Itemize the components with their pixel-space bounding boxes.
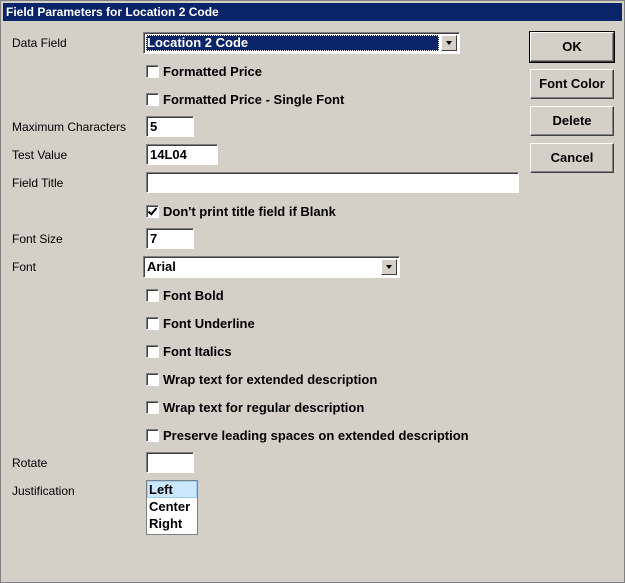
checkbox-box[interactable] bbox=[146, 429, 159, 442]
test-value-label: Test Value bbox=[12, 148, 68, 162]
justification-option-left[interactable]: Left bbox=[147, 481, 197, 498]
chevron-down-icon[interactable] bbox=[381, 259, 397, 275]
cancel-button[interactable]: Cancel bbox=[530, 143, 614, 173]
checkbox-label: Font Italics bbox=[163, 344, 232, 359]
checkbox-box[interactable] bbox=[146, 373, 159, 386]
data-field-label: Data Field bbox=[12, 36, 67, 50]
checkbox-label: Font Bold bbox=[163, 288, 224, 303]
max-chars-input[interactable]: 5 bbox=[146, 116, 194, 137]
font-size-label: Font Size bbox=[12, 232, 63, 246]
font-value: Arial bbox=[147, 259, 176, 274]
title-bar: Field Parameters for Location 2 Code bbox=[3, 3, 622, 21]
rotate-label: Rotate bbox=[12, 456, 48, 470]
font-color-button[interactable]: Font Color bbox=[530, 69, 614, 99]
rotate-input[interactable] bbox=[146, 452, 194, 473]
checkbox-box[interactable] bbox=[146, 289, 159, 302]
checkbox-label: Formatted Price - Single Font bbox=[163, 92, 345, 107]
ok-button[interactable]: OK bbox=[529, 31, 615, 63]
delete-button[interactable]: Delete bbox=[530, 106, 614, 136]
font-label: Font bbox=[12, 260, 37, 274]
checkbox-box[interactable] bbox=[146, 345, 159, 358]
checkbox-box-checked[interactable] bbox=[146, 205, 159, 218]
justification-option-right[interactable]: Right bbox=[147, 515, 197, 532]
checkbox-label: Font Underline bbox=[163, 316, 255, 331]
checkbox-label: Formatted Price bbox=[163, 64, 262, 79]
justification-listbox[interactable]: Left Center Right bbox=[146, 480, 198, 535]
field-title-input[interactable] bbox=[146, 172, 519, 193]
checkbox-label: Preserve leading spaces on extended desc… bbox=[163, 428, 469, 443]
data-field-select[interactable]: Location 2 Code bbox=[143, 32, 460, 54]
max-chars-label: Maximum Characters bbox=[12, 120, 127, 134]
field-title-label: Field Title bbox=[12, 176, 64, 190]
data-field-value: Location 2 Code bbox=[146, 35, 439, 51]
chevron-down-icon[interactable] bbox=[441, 35, 457, 51]
font-size-input[interactable]: 7 bbox=[146, 228, 194, 249]
checkbox-box[interactable] bbox=[146, 93, 159, 106]
checkbox-label: Don't print title field if Blank bbox=[163, 204, 336, 219]
font-select[interactable]: Arial bbox=[143, 256, 400, 278]
field-parameters-dialog: Field Parameters for Location 2 Code Dat… bbox=[0, 0, 625, 583]
checkbox-box[interactable] bbox=[146, 401, 159, 414]
justification-label: Justification bbox=[12, 484, 75, 498]
justification-option-center[interactable]: Center bbox=[147, 498, 197, 515]
checkbox-label: Wrap text for extended description bbox=[163, 372, 378, 387]
test-value-input[interactable]: 14L04 bbox=[146, 144, 218, 165]
checkbox-box[interactable] bbox=[146, 317, 159, 330]
checkbox-label: Wrap text for regular description bbox=[163, 400, 365, 415]
checkbox-box[interactable] bbox=[146, 65, 159, 78]
